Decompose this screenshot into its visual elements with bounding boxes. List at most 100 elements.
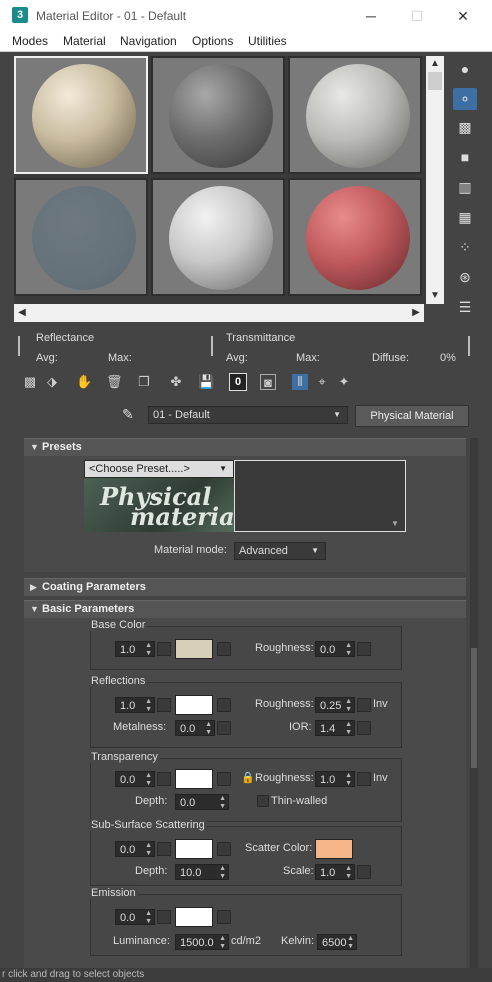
sss-scale-map-button[interactable] bbox=[357, 865, 371, 879]
trans-roughness-map-button[interactable] bbox=[357, 772, 371, 786]
coating-rollout-header[interactable]: ▶ Coating Parameters bbox=[24, 578, 466, 596]
save-icon[interactable]: 💾 bbox=[198, 374, 214, 390]
presets-rollout-header[interactable]: ▼ Presets bbox=[24, 438, 466, 456]
base-roughness-map-button[interactable] bbox=[357, 642, 371, 656]
close-button[interactable]: ✕ bbox=[440, 4, 486, 28]
rollout-scroll-thumb[interactable] bbox=[471, 648, 477, 768]
preset-list[interactable]: ▼ bbox=[234, 460, 406, 532]
base-roughness-spinner[interactable]: 0.0 ▲ ▼ bbox=[315, 641, 355, 657]
base-color-swatch[interactable] bbox=[175, 639, 213, 659]
trans-roughness-spinner[interactable]: 1.0 ▲ ▼ bbox=[315, 771, 355, 787]
menu-utilities[interactable]: Utilities bbox=[248, 34, 287, 48]
title-bar: 3 Material Editor - 01 - Default ─ ☐ ✕ bbox=[0, 0, 492, 32]
material-mode-dropdown[interactable]: Advanced ▼ bbox=[234, 542, 326, 560]
material-map-navigator-icon[interactable]: ☰ bbox=[453, 296, 477, 318]
base-weight-spinner[interactable]: 1.0 ▲ ▼ bbox=[115, 641, 155, 657]
trans-weight-spinner[interactable]: 0.0 ▲ ▼ bbox=[115, 771, 155, 787]
material-type-button[interactable]: Physical Material bbox=[355, 405, 469, 427]
scroll-left-icon[interactable]: ◀ bbox=[14, 305, 30, 321]
make-preview-icon[interactable]: ▦ bbox=[453, 206, 477, 228]
maximize-button[interactable]: ☐ bbox=[394, 4, 440, 28]
reflection-color-swatch[interactable] bbox=[175, 695, 213, 715]
menu-navigation[interactable]: Navigation bbox=[120, 34, 177, 48]
base-weight-map-button[interactable] bbox=[157, 642, 171, 656]
thin-walled-checkbox[interactable] bbox=[257, 795, 269, 807]
emission-color-swatch[interactable] bbox=[175, 907, 213, 927]
scatter-color-swatch[interactable] bbox=[315, 839, 353, 859]
sss-color-swatch[interactable] bbox=[175, 839, 213, 859]
go-to-parent-icon[interactable]: ⌖ bbox=[314, 374, 330, 390]
sss-weight-map-button[interactable] bbox=[157, 842, 171, 856]
trans-weight-map-button[interactable] bbox=[157, 772, 171, 786]
sample-slot-2[interactable] bbox=[151, 56, 285, 174]
trans-inv-toggle[interactable]: Inv bbox=[373, 772, 388, 784]
reflection-color-map-button[interactable] bbox=[217, 698, 231, 712]
menu-modes[interactable]: Modes bbox=[12, 34, 48, 48]
scroll-up-icon[interactable]: ▲ bbox=[427, 56, 443, 72]
scroll-down-icon[interactable]: ▼ bbox=[427, 288, 443, 304]
scroll-right-icon[interactable]: ▶ bbox=[408, 305, 424, 321]
pick-material-eyedropper-icon[interactable]: ✎ bbox=[122, 406, 140, 424]
emission-color-map-button[interactable] bbox=[217, 910, 231, 924]
app-icon: 3 bbox=[12, 7, 28, 23]
assign-to-selection-icon[interactable]: ✋ bbox=[76, 374, 92, 390]
material-id-channel[interactable]: 0 bbox=[229, 373, 247, 391]
material-mode-label: Material mode: bbox=[154, 544, 227, 556]
base-color-map-button[interactable] bbox=[217, 642, 231, 656]
refl-weight-spinner[interactable]: 1.0 ▲ ▼ bbox=[115, 697, 155, 713]
video-color-check-icon[interactable]: ▥ bbox=[453, 176, 477, 198]
sample-slot-3[interactable] bbox=[288, 56, 422, 174]
preset-dropdown[interactable]: <Choose Preset.....> ▼ bbox=[84, 460, 234, 478]
base-color-title: Base Color bbox=[89, 619, 148, 631]
put-to-library-icon[interactable]: ✤ bbox=[168, 374, 184, 390]
metalness-spinner[interactable]: 0.0 ▲ ▼ bbox=[175, 720, 215, 736]
menu-options[interactable]: Options bbox=[192, 34, 233, 48]
sss-depth-spinner[interactable]: 10.0 ▲ ▼ bbox=[175, 864, 229, 880]
ior-spinner[interactable]: 1.4 ▲ ▼ bbox=[315, 720, 355, 736]
select-by-material-icon[interactable]: ⊛ bbox=[453, 266, 477, 288]
material-name-field[interactable]: 01 - Default ▼ bbox=[148, 406, 348, 424]
refl-weight-map-button[interactable] bbox=[157, 698, 171, 712]
lock-icon[interactable]: 🔒 bbox=[241, 771, 255, 784]
basic-parameters-rollout-header[interactable]: ▼ Basic Parameters bbox=[24, 600, 466, 618]
transparency-color-map-button[interactable] bbox=[217, 772, 231, 786]
menu-material[interactable]: Material bbox=[63, 34, 106, 48]
sss-scale-spinner[interactable]: 1.0 ▲ ▼ bbox=[315, 864, 355, 880]
get-material-icon[interactable]: ▩ bbox=[22, 374, 38, 390]
emission-weight-spinner[interactable]: 0.0 ▲ ▼ bbox=[115, 909, 155, 925]
trans-depth-spinner[interactable]: 0.0 ▲ ▼ bbox=[175, 794, 229, 810]
list-scroll-down-icon[interactable]: ▼ bbox=[391, 519, 399, 528]
metalness-map-button[interactable] bbox=[217, 721, 231, 735]
slots-vertical-scrollbar[interactable]: ▲ ▼ bbox=[426, 56, 444, 304]
put-to-scene-icon[interactable]: ⬗ bbox=[44, 374, 60, 390]
slots-horizontal-scrollbar[interactable]: ◀ ▶ bbox=[14, 304, 424, 322]
sample-slot-6[interactable] bbox=[288, 178, 422, 296]
sample-slot-4[interactable] bbox=[14, 178, 148, 296]
emission-weight-map-button[interactable] bbox=[157, 910, 171, 924]
show-shaded-material-icon[interactable]: ◙ bbox=[260, 374, 276, 390]
make-unique-icon[interactable]: ❐ bbox=[136, 374, 152, 390]
kelvin-spinner[interactable]: 6500 ▲ ▼ bbox=[317, 934, 357, 950]
backlight-icon[interactable]: ⚬ bbox=[453, 88, 477, 110]
sample-slot-1[interactable] bbox=[14, 56, 148, 174]
rollout-scrollbar[interactable] bbox=[470, 438, 478, 982]
reset-map-icon[interactable]: 🗑 bbox=[106, 374, 123, 390]
transmittance-avg-label: Avg: bbox=[226, 352, 248, 364]
luminance-spinner[interactable]: 1500.0 ▲ ▼ bbox=[175, 934, 229, 950]
show-end-result-icon[interactable]: ⫴ bbox=[292, 374, 308, 390]
refl-roughness-spinner[interactable]: 0.25 ▲ ▼ bbox=[315, 697, 355, 713]
material-options-icon[interactable]: ⁘ bbox=[453, 236, 477, 258]
scroll-thumb[interactable] bbox=[428, 72, 442, 90]
sample-type-sphere-icon[interactable]: ● bbox=[453, 58, 477, 80]
ior-map-button[interactable] bbox=[357, 721, 371, 735]
sss-weight-spinner[interactable]: 0.0 ▲ ▼ bbox=[115, 841, 155, 857]
refl-roughness-map-button[interactable] bbox=[357, 698, 371, 712]
sample-slot-5[interactable] bbox=[151, 178, 285, 296]
transparency-color-swatch[interactable] bbox=[175, 769, 213, 789]
sample-uv-tiling-icon[interactable]: ■ bbox=[453, 146, 477, 168]
sss-color-map-button[interactable] bbox=[217, 842, 231, 856]
minimize-button[interactable]: ─ bbox=[348, 4, 394, 28]
background-checker-icon[interactable]: ▩ bbox=[453, 116, 477, 138]
refl-inv-toggle[interactable]: Inv bbox=[373, 698, 388, 710]
go-forward-sibling-icon[interactable]: ✦ bbox=[336, 374, 352, 390]
